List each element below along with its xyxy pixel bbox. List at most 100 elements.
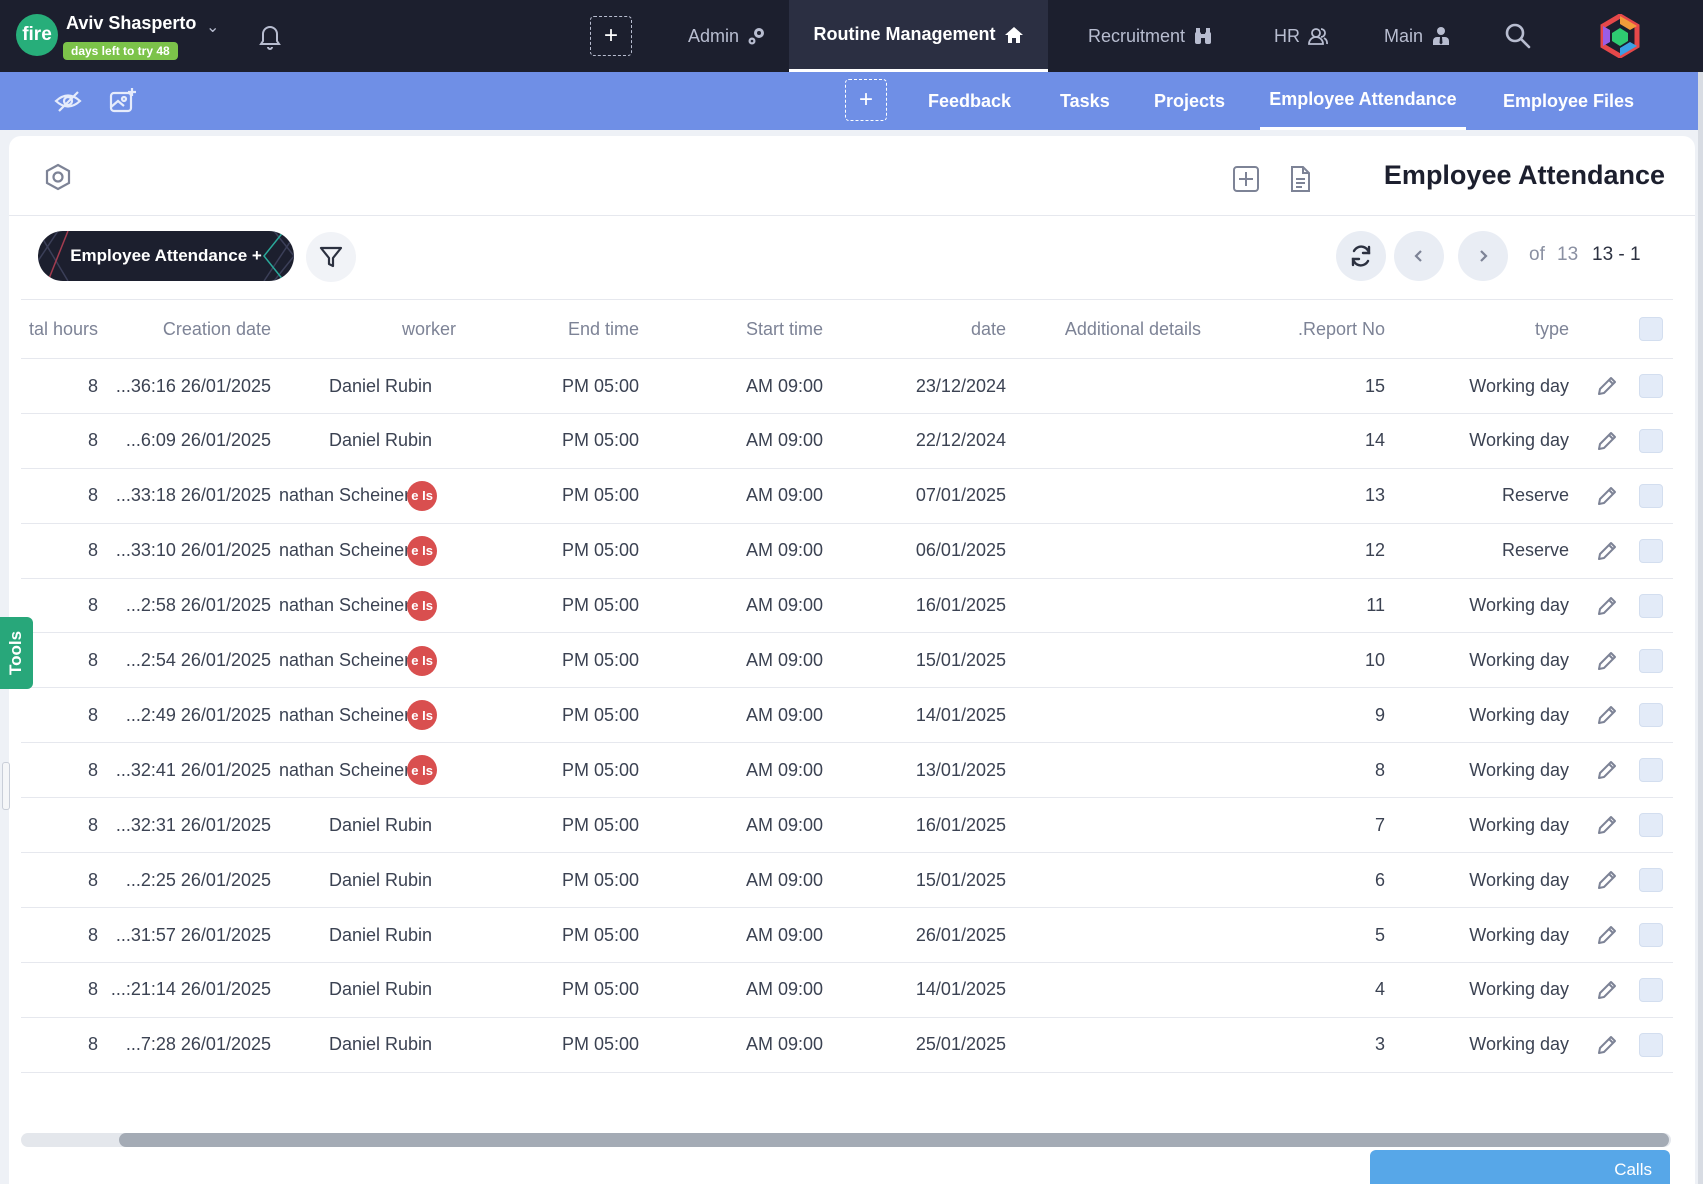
table-row[interactable]: 8 ...2:49 26/01/2025 PM 05:00 AM 09:00 14/01…	[21, 688, 1673, 744]
horizontal-scrollbar[interactable]	[21, 1133, 1671, 1147]
edit-icon[interactable]	[1595, 594, 1619, 618]
table-row[interactable]: 8 ...32:41 26/01/2025 PM 05:00 AM 09:00 13/0…	[21, 743, 1673, 799]
tab-hr[interactable]: HR	[1274, 0, 1334, 72]
worker-name[interactable]: Daniel Rubin	[329, 979, 432, 1000]
calls-button[interactable]: Calls	[1370, 1150, 1670, 1184]
tab-employee-files[interactable]: Employee Files	[1503, 72, 1634, 130]
vertical-scrollbar[interactable]	[1698, 72, 1703, 1184]
worker-name[interactable]: Daniel Rubin	[329, 1034, 432, 1055]
table-row[interactable]: 8 ...2:58 26/01/2025 PM 05:00 AM 09:00 16/01…	[21, 579, 1673, 634]
tab-projects[interactable]: Projects	[1154, 72, 1225, 130]
user-name[interactable]: Aviv Shasperto	[66, 13, 196, 34]
edit-icon[interactable]	[1595, 978, 1619, 1002]
col-start-time[interactable]: Start time	[661, 300, 823, 358]
edit-icon[interactable]	[1595, 758, 1619, 782]
edit-icon[interactable]	[1595, 539, 1619, 563]
tab-employee-attendance[interactable]: Employee Attendance	[1260, 72, 1466, 130]
edit-icon[interactable]	[1595, 649, 1619, 673]
col-total-hours[interactable]: tal hours	[21, 300, 98, 358]
table-row[interactable]: 8 ...36:16 26/01/2025 PM 05:00 AM 09:00 23/1…	[21, 359, 1673, 414]
worker-name[interactable]: nathan Scheinert	[279, 705, 415, 726]
add-subtab-button[interactable]: +	[845, 79, 887, 121]
table-row[interactable]: 8 ...7:28 26/01/2025 PM 05:00 AM 09:00 25/01…	[21, 1018, 1673, 1073]
table-row[interactable]: 8 ...32:31 26/01/2025 PM 05:00 AM 09:00 16/0…	[21, 798, 1673, 854]
next-page-button[interactable]	[1458, 231, 1508, 281]
filter-button[interactable]	[306, 232, 356, 282]
table-row[interactable]: 8 ...:21:14 26/01/2025 PM 05:00 AM 09:00 14/…	[21, 963, 1673, 1018]
eye-off-icon[interactable]	[53, 86, 83, 116]
row-checkbox[interactable]	[1639, 813, 1663, 838]
add-record-icon[interactable]	[1231, 164, 1261, 194]
col-creation-date[interactable]: Creation date	[111, 300, 271, 358]
document-icon[interactable]	[1285, 164, 1315, 194]
horizontal-scrollbar-thumb[interactable]	[119, 1133, 1669, 1147]
row-checkbox[interactable]	[1639, 593, 1663, 618]
row-checkbox[interactable]	[1639, 428, 1663, 453]
settings-icon[interactable]	[43, 162, 73, 192]
edit-icon[interactable]	[1595, 868, 1619, 892]
row-checkbox[interactable]	[1639, 703, 1663, 728]
worker-name[interactable]: nathan Scheinert	[279, 485, 415, 506]
edit-icon[interactable]	[1595, 813, 1619, 837]
row-checkbox[interactable]	[1639, 374, 1663, 398]
app-logo[interactable]: fire	[16, 14, 58, 56]
worker-name[interactable]: nathan Scheinert	[279, 595, 415, 616]
avatar[interactable]: e Is	[407, 590, 438, 621]
tools-side-tab[interactable]: Tools	[0, 617, 33, 689]
worker-name[interactable]: nathan Scheinert	[279, 760, 415, 781]
brand-logo-icon[interactable]	[1600, 14, 1640, 58]
table-row[interactable]: 8 ...6:09 26/01/2025 PM 05:00 AM 09:00 22/12…	[21, 414, 1673, 469]
col-additional-details[interactable]: Additional details	[1021, 300, 1201, 358]
table-row[interactable]: 8 ...2:25 26/01/2025 PM 05:00 AM 09:00 15/01…	[21, 853, 1673, 908]
select-all-checkbox[interactable]	[1639, 317, 1663, 341]
bell-icon[interactable]	[258, 22, 282, 50]
col-end-time[interactable]: End time	[481, 300, 639, 358]
col-date[interactable]: date	[841, 300, 1006, 358]
tab-recruitment[interactable]: Recruitment	[1088, 0, 1228, 72]
row-checkbox[interactable]	[1639, 538, 1663, 563]
row-checkbox[interactable]	[1639, 1032, 1663, 1057]
view-selector-button[interactable]: Employee Attendance +	[38, 231, 294, 281]
worker-name[interactable]: nathan Scheinert	[279, 650, 415, 671]
worker-name[interactable]: Daniel Rubin	[329, 870, 432, 891]
edit-icon[interactable]	[1595, 429, 1619, 453]
tab-feedback[interactable]: Feedback	[928, 72, 1011, 130]
worker-name[interactable]: nathan Scheinert	[279, 540, 415, 561]
search-icon[interactable]	[1504, 22, 1532, 50]
row-checkbox[interactable]	[1639, 868, 1663, 893]
add-tab-button[interactable]: +	[590, 16, 632, 56]
edit-icon[interactable]	[1595, 703, 1619, 727]
add-image-icon[interactable]	[108, 86, 138, 116]
avatar[interactable]: e Is	[407, 645, 438, 676]
edit-icon[interactable]	[1595, 374, 1619, 398]
worker-name[interactable]: Daniel Rubin	[329, 925, 432, 946]
tab-tasks[interactable]: Tasks	[1060, 72, 1110, 130]
avatar[interactable]: e Is	[407, 755, 438, 786]
tab-main[interactable]: Main	[1384, 0, 1464, 72]
avatar[interactable]: e Is	[407, 480, 438, 511]
col-report-no[interactable]: .Report No	[1221, 300, 1385, 358]
row-checkbox[interactable]	[1639, 483, 1663, 508]
avatar[interactable]: e Is	[407, 535, 438, 566]
edit-icon[interactable]	[1595, 923, 1619, 947]
col-worker[interactable]: worker	[321, 300, 456, 358]
refresh-button[interactable]	[1336, 231, 1386, 281]
edit-icon[interactable]	[1595, 1033, 1619, 1057]
prev-page-button[interactable]	[1394, 231, 1444, 281]
col-type[interactable]: type	[1401, 300, 1569, 358]
chevron-down-icon[interactable]: ⌄	[206, 17, 219, 37]
worker-name[interactable]: Daniel Rubin	[329, 815, 432, 836]
table-row[interactable]: 8 ...33:10 26/01/2025 PM 05:00 AM 09:00 06/0…	[21, 524, 1673, 579]
row-checkbox[interactable]	[1639, 923, 1663, 947]
table-row[interactable]: 8 ...31:57 26/01/2025 PM 05:00 AM 09:00 26/0…	[21, 908, 1673, 963]
row-checkbox[interactable]	[1639, 758, 1663, 783]
row-checkbox[interactable]	[1639, 977, 1663, 1002]
edit-icon[interactable]	[1595, 484, 1619, 508]
avatar[interactable]: e Is	[407, 700, 438, 731]
worker-name[interactable]: Daniel Rubin	[329, 376, 432, 397]
side-panel-handle[interactable]	[2, 762, 10, 810]
row-checkbox[interactable]	[1639, 648, 1663, 673]
tab-routine-management[interactable]: Routine Management	[789, 0, 1048, 72]
table-row[interactable]: 8 ...33:18 26/01/2025 PM 05:00 AM 09:00 07/0…	[21, 469, 1673, 524]
tab-admin[interactable]: Admin	[688, 0, 788, 72]
